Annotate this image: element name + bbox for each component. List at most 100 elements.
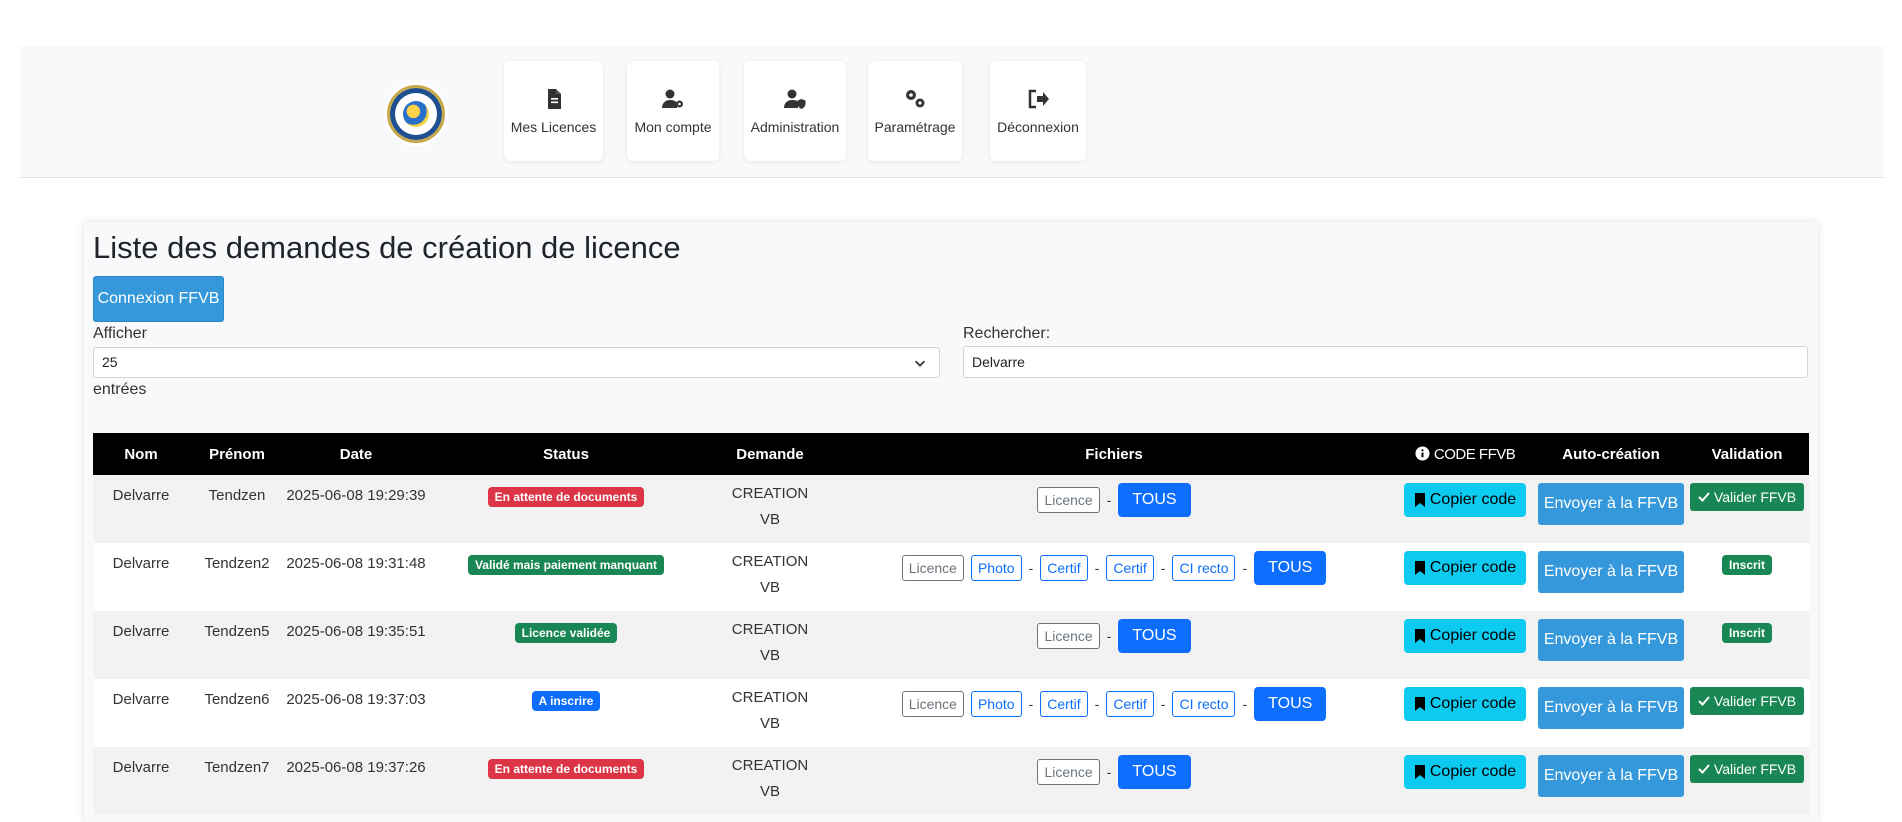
inscrit-badge: Inscrit [1721, 555, 1772, 575]
copy-code-button[interactable]: Copier code [1403, 619, 1527, 653]
cell-code: Copier code [1393, 611, 1537, 679]
nav-label: Mes Licences [510, 119, 597, 135]
club-logo[interactable] [384, 82, 448, 146]
all-files-button[interactable]: TOUS [1118, 619, 1191, 653]
status-badge: En attente de documents [487, 759, 645, 779]
validate-ffvb-button[interactable]: Valider FFVB [1689, 755, 1805, 783]
col-demande[interactable]: Demande [705, 433, 835, 475]
send-ffvb-button[interactable]: Envoyer à la FFVB [1537, 619, 1685, 661]
licence-file-button[interactable]: Licence [1037, 487, 1100, 513]
nav-mon-compte[interactable]: Mon compte [627, 61, 719, 161]
certif-file-button[interactable]: Certif [1040, 691, 1088, 717]
copy-code-button[interactable]: Copier code [1403, 687, 1527, 721]
send-ffvb-button[interactable]: Envoyer à la FFVB [1537, 551, 1685, 593]
photo-file-button[interactable]: Photo [970, 555, 1022, 581]
nav-mes-licences[interactable]: Mes Licences [504, 61, 603, 161]
all-files-button[interactable]: TOUS [1118, 483, 1191, 517]
gears-icon [906, 90, 925, 108]
top-navigation: Mes Licences Mon compte Administration P… [20, 46, 1884, 178]
col-status[interactable]: Status [427, 433, 705, 475]
separator: - [1242, 696, 1248, 712]
bookmark-icon [1414, 493, 1425, 507]
cell-nom: Delvarre [93, 475, 189, 543]
copy-code-button[interactable]: Copier code [1403, 483, 1527, 517]
send-ffvb-button[interactable]: Envoyer à la FFVB [1537, 755, 1685, 797]
check-icon [1698, 696, 1710, 706]
nav-label: Déconnexion [997, 119, 1079, 135]
validate-ffvb-button[interactable]: Valider FFVB [1689, 687, 1805, 715]
validate-ffvb-button[interactable]: Valider FFVB [1689, 483, 1805, 511]
cell-code: Copier code [1393, 543, 1537, 611]
nav-label: Mon compte [634, 119, 712, 135]
cell-date: 2025-06-08 19:37:03 [285, 679, 427, 747]
bookmark-icon [1414, 697, 1425, 711]
cell-nom: Delvarre [93, 679, 189, 747]
send-ffvb-button[interactable]: Envoyer à la FFVB [1537, 687, 1685, 729]
cell-fichiers: Licence Photo - Certif - Certif - CI rec… [835, 679, 1393, 747]
sign-out-icon [1028, 89, 1049, 109]
logo-ring [387, 85, 445, 143]
cell-auto: Envoyer à la FFVB [1537, 475, 1685, 543]
cell-demande: CREATION VB [705, 611, 835, 679]
col-prenom[interactable]: Prénom [189, 433, 285, 475]
inscrit-badge: Inscrit [1721, 623, 1772, 643]
separator: - [1106, 628, 1112, 644]
cell-fichiers: Licence - TOUS [835, 611, 1393, 679]
cell-auto: Envoyer à la FFVB [1537, 543, 1685, 611]
status-badge: Licence validée [514, 623, 618, 643]
nav-deconnexion[interactable]: Déconnexion [990, 61, 1086, 161]
cell-validation: Inscrit [1685, 543, 1809, 611]
connexion-ffvb-button[interactable]: Connexion FFVB [93, 276, 224, 322]
info-icon [1415, 445, 1430, 461]
cell-date: 2025-06-08 19:37:26 [285, 747, 427, 815]
cell-validation: Valider FFVB [1685, 747, 1809, 815]
certif-file-button[interactable]: Certif [1040, 555, 1088, 581]
bookmark-icon [1414, 561, 1425, 575]
volleyball-icon [403, 101, 429, 127]
validate-label: Valider FFVB [1713, 489, 1797, 505]
show-entries-label: Afficher [93, 325, 147, 342]
licence-file-button[interactable]: Licence [1037, 623, 1100, 649]
col-code-ffvb[interactable]: CODE FFVB [1393, 433, 1537, 475]
col-auto-creation[interactable]: Auto-création [1537, 433, 1685, 475]
certif-file-button[interactable]: Certif [1106, 555, 1154, 581]
separator: - [1028, 560, 1034, 576]
validate-label: Valider FFVB [1713, 761, 1797, 777]
all-files-button[interactable]: TOUS [1254, 687, 1327, 721]
code-ffvb-label: CODE FFVB [1433, 445, 1516, 463]
nav-administration[interactable]: Administration [744, 61, 846, 161]
demande-type: CREATION [731, 553, 809, 570]
demande-sport: VB [759, 647, 780, 664]
cell-fichiers: Licence Photo - Certif - Certif - CI rec… [835, 543, 1393, 611]
ci-recto-file-button[interactable]: CI recto [1172, 691, 1236, 717]
cell-code: Copier code [1393, 475, 1537, 543]
col-nom[interactable]: Nom [93, 433, 189, 475]
cell-nom: Delvarre [93, 543, 189, 611]
copy-code-button[interactable]: Copier code [1403, 755, 1527, 789]
entries-select[interactable]: 25 [93, 347, 940, 378]
search-input[interactable]: Delvarre [963, 346, 1808, 378]
separator: - [1160, 560, 1166, 576]
col-date[interactable]: Date [285, 433, 427, 475]
separator: - [1028, 696, 1034, 712]
licence-file-button[interactable]: Licence [901, 691, 964, 717]
cell-demande: CREATION VB [705, 679, 835, 747]
copy-code-button[interactable]: Copier code [1403, 551, 1527, 585]
cell-validation: Valider FFVB [1685, 679, 1809, 747]
ci-recto-file-button[interactable]: CI recto [1172, 555, 1236, 581]
demande-type: CREATION [731, 485, 809, 502]
col-fichiers[interactable]: Fichiers [835, 433, 1393, 475]
all-files-button[interactable]: TOUS [1254, 551, 1327, 585]
licence-file-button[interactable]: Licence [901, 555, 964, 581]
licence-file-button[interactable]: Licence [1037, 759, 1100, 785]
photo-file-button[interactable]: Photo [970, 691, 1022, 717]
cell-nom: Delvarre [93, 747, 189, 815]
all-files-button[interactable]: TOUS [1118, 755, 1191, 789]
col-validation[interactable]: Validation [1685, 433, 1809, 475]
send-ffvb-button[interactable]: Envoyer à la FFVB [1537, 483, 1685, 525]
status-badge: A inscrire [531, 691, 601, 711]
bookmark-icon [1414, 765, 1425, 779]
nav-parametrage[interactable]: Paramétrage [868, 61, 962, 161]
cell-validation: Valider FFVB [1685, 475, 1809, 543]
certif-file-button[interactable]: Certif [1106, 691, 1154, 717]
